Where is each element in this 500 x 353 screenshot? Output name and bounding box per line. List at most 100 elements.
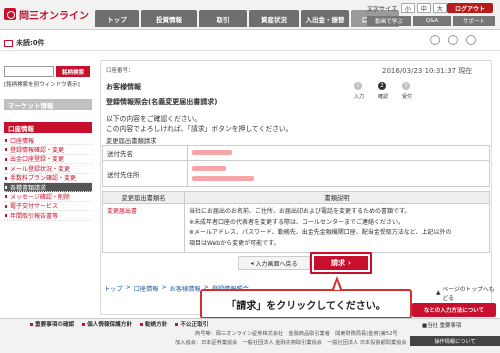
help-icon[interactable] (466, 35, 476, 45)
page-top-link[interactable]: ▲ ページのトップへもどる (436, 284, 500, 302)
table-caption: 変更届出書類請求 (106, 138, 157, 145)
sidebar-item-e-delivery[interactable]: 電子交付サービス (4, 202, 92, 212)
sidebar-item-withdrawal-account[interactable]: 出金口座登録・変更 (4, 155, 92, 165)
settings-icon[interactable] (448, 35, 458, 45)
doc-desc-line: ※メールアドレス、パスワード、勤務先、出金先金融機関口座、配当金受取方法など、上… (189, 229, 452, 236)
sidebar-item-registration[interactable]: 登録情報確認・変更 (4, 145, 92, 155)
operation-info-link[interactable]: 操作情報について (410, 336, 500, 346)
sidebar-item-mail[interactable]: メール登録状況・変更 (4, 164, 92, 174)
redacted-value (192, 165, 226, 171)
up-arrow-icon: ▲ (436, 290, 441, 296)
stock-search-input[interactable] (4, 66, 54, 77)
gnav-trade[interactable]: 取引 (199, 10, 247, 27)
table-row: 送付先名 (102, 145, 490, 161)
breadcrumb-sep: > (161, 284, 167, 291)
font-size-medium[interactable]: 中 (416, 3, 431, 13)
unread-mail[interactable]: 未読:0件 (4, 38, 45, 48)
footer-company-info: 商号等：岡三オンライン証券株式会社 金融商品取引業者 関東財務局長(金商)第52… (195, 331, 398, 337)
doc-desc-line: ※未成年者口座の代表者を変更する際は、コールセンターまでご連絡ください。 (189, 218, 405, 226)
step-2: 2 (378, 82, 386, 90)
subnav-qa[interactable]: Q&A (413, 16, 451, 26)
footer-link-label: 不公正取引 (180, 322, 209, 328)
gnav-assets[interactable]: 資産状況 (249, 10, 299, 27)
recipient-name-value (187, 145, 490, 161)
gnav-investment-info[interactable]: 投資情報 (141, 10, 197, 27)
recipient-address-value (187, 160, 490, 187)
footer-link-label: 勧誘方針 (144, 322, 168, 328)
doc-desc-line: 項目はWebから変更が可能です。 (189, 239, 280, 247)
input-method-help-button[interactable]: なとの入力方法について (412, 303, 496, 317)
sidebar-account-list: 口座情報 登録情報確認・変更 出金口座登録・変更 メール登録状況・変更 手数料プ… (4, 136, 92, 221)
subnav-video[interactable]: 動画で学ぶ (367, 16, 411, 26)
current-datetime: 2016/03/23 10:31:37 現在 (382, 67, 473, 75)
request-submit-button[interactable]: 請求 › (314, 256, 368, 270)
sidebar-cat-account[interactable]: 口座情報 (4, 122, 92, 133)
mail-icon (4, 39, 13, 47)
sidebar-cat-market[interactable]: マーケット情報 (4, 99, 92, 110)
font-size-large[interactable]: 大 (432, 3, 447, 13)
breadcrumb-top[interactable]: トップ (104, 284, 123, 293)
step-2-label: 確認 (378, 94, 389, 100)
font-size-label: 文字サイズ (367, 5, 397, 13)
footer-right-link[interactable]: ■当社 重要事項 (422, 321, 461, 329)
unread-count: 未読:0件 (16, 39, 45, 47)
brand-logo[interactable]: 岡三オンライン (4, 6, 89, 22)
search-popup-link[interactable]: [銘柄検索を別ウィンドウ表示] (4, 80, 80, 88)
footer-link-disclosure[interactable]: 重要事項の確認 (30, 320, 74, 328)
footer-links: 重要事項の確認 個人情報保護方針 勧誘方針 不公正取引 (30, 320, 208, 328)
callout-pointer-inner (334, 281, 340, 290)
redacted-value (192, 150, 232, 155)
gnav-top[interactable]: トップ (95, 10, 139, 27)
gnav-deposit[interactable]: 入出金・振替 (301, 10, 349, 27)
refresh-icon[interactable] (430, 35, 440, 45)
popup-link-label: [銘柄検索を別ウィンドウ表示] (4, 82, 80, 88)
document-table: 変更届出書類名 書類説明 変更届出書 当社にお届出のお名前、ご住所、お届出印およ… (102, 191, 490, 253)
sub-nav: 動画で学ぶ Q&A サポート (367, 16, 495, 26)
brand-mark-icon (4, 8, 16, 20)
instruction-callout: 「請求」をクリックしてください。 (200, 289, 412, 319)
doc-description: 当社にお届出のお名前、ご住所、お届出印および電話を変更するための書類です。 ※未… (184, 203, 490, 253)
sidebar-item-messages[interactable]: メッセージ確認・削除 (4, 192, 92, 202)
bullet-icon (82, 322, 86, 326)
breadcrumb-customer[interactable]: お客様情報 (170, 284, 201, 293)
step-1: 1 (354, 82, 362, 90)
bullet-icon (139, 322, 143, 326)
stock-search-button[interactable]: 銘柄検索 (56, 66, 90, 77)
submit-arrow-icon: › (348, 259, 351, 267)
font-size-small[interactable]: 小 (400, 3, 415, 13)
col-doc-desc: 書類説明 (184, 191, 490, 204)
bullet-icon (175, 322, 179, 326)
redacted-value (192, 175, 254, 181)
col-doc-name: 変更届出書類名 (102, 191, 185, 204)
logout-button[interactable]: ログアウト (447, 3, 493, 13)
subnav-support[interactable]: サポート (453, 16, 495, 26)
brand-name: 岡三オンライン (19, 10, 89, 22)
step-3: 3 (402, 82, 410, 90)
step-3-label: 受付 (402, 94, 413, 100)
step-indicator: 1 入力 2 確認 3 受付 (354, 82, 414, 104)
doc-name-link[interactable]: 変更届出書 (102, 203, 185, 253)
status-icons (430, 35, 476, 45)
footer-link-unfair[interactable]: 不公正取引 (175, 320, 208, 328)
breadcrumb-account[interactable]: 口座情報 (134, 284, 159, 293)
back-to-input-button[interactable]: ◂ 入力画面へ戻る (238, 256, 310, 270)
sidebar-item-annual-report[interactable]: 年間取引報告書等 (4, 211, 92, 221)
table-header-row: 変更届出書類名 書類説明 (102, 191, 490, 204)
sidebar-item-account-info[interactable]: 口座情報 (4, 136, 92, 146)
sidebar-item-fee-plan[interactable]: 手数料プラン確認・変更 (4, 174, 92, 183)
page-title: 登録情報照会(名義変更届出書請求) (106, 98, 218, 106)
footer-link-label: 個人情報保護方針 (87, 322, 132, 328)
step-1-label: 入力 (354, 94, 365, 100)
section-title: お客様情報 (106, 83, 141, 91)
global-nav: トップ 投資情報 取引 資産状況 入出金・振替 口座情報 (95, 10, 399, 27)
footer-link-privacy[interactable]: 個人情報保護方針 (82, 320, 132, 328)
back-button-label: 入力画面へ戻る (255, 260, 298, 268)
back-arrow-icon: ◂ (250, 259, 254, 267)
page-top-label: ページのトップへもどる (442, 287, 495, 302)
footer-link-solicitation[interactable]: 勧誘方針 (139, 320, 168, 328)
sidebar-item-document-request[interactable]: 各種書類請求 (4, 182, 92, 193)
table-row: 変更届出書 当社にお届出のお名前、ご住所、お届出印および電話を変更するための書類… (102, 203, 490, 253)
footer-associations: 加入協会：日本証券業協会 一般社団法人 金融先物取引業協会 一般社団法人 日本投… (175, 340, 407, 346)
doc-desc-line: 当社にお届出のお名前、ご住所、お届出印および電話を変更するための書類です。 (189, 208, 411, 215)
recipient-name-label: 送付先名 (102, 145, 188, 161)
